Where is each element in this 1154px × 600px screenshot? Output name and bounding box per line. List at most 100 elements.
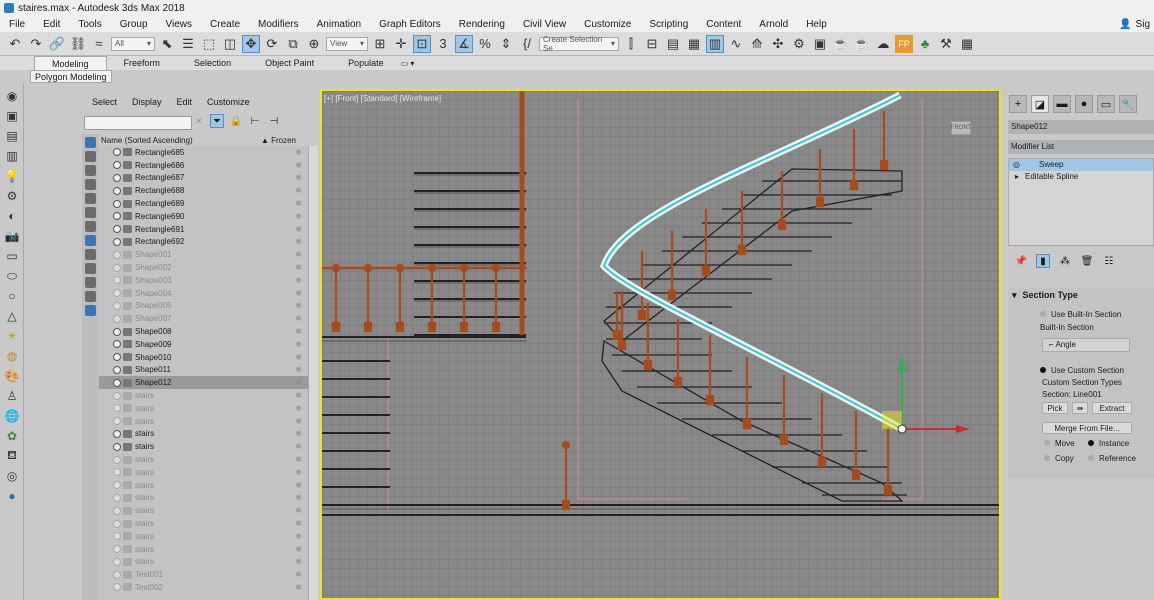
rendered-frame-icon[interactable]: ▣ [811, 35, 829, 53]
scene-row[interactable]: stairs ❄ [99, 556, 308, 569]
visibility-icon[interactable] [113, 173, 121, 182]
visibility-icon[interactable] [113, 391, 121, 400]
visibility-icon[interactable] [113, 481, 121, 490]
freeze-icon[interactable]: ❄ [295, 250, 302, 259]
configure-sets-icon[interactable]: ☷ [1102, 254, 1116, 268]
place-icon[interactable]: ⊕ [305, 35, 323, 53]
freeze-icon[interactable]: ❄ [295, 301, 302, 310]
named-selection-dropdown[interactable]: Create Selection Se ▾ [539, 35, 619, 53]
hierarchy-expand-icon[interactable]: ⊣ [267, 114, 281, 128]
visibility-icon[interactable] [113, 353, 121, 362]
visibility-icon[interactable] [113, 276, 121, 285]
freeze-icon[interactable]: ❄ [295, 455, 302, 464]
menu-civil-view[interactable]: Civil View [514, 19, 575, 30]
paint-icon[interactable]: 🎨 [3, 368, 21, 384]
stack-item-editable-spline[interactable]: ▸ Editable Spline [1009, 171, 1153, 183]
shell-icon[interactable]: ◎ [3, 468, 21, 484]
undo-icon[interactable]: ↶ [6, 35, 24, 53]
plant-icon[interactable]: ✿ [3, 428, 21, 444]
sun-icon[interactable]: ☀ [3, 328, 21, 344]
layer-explorer-icon[interactable]: ▤ [3, 128, 21, 144]
make-unique-icon[interactable]: ⁂ [1058, 254, 1072, 268]
visibility-icon[interactable] [113, 532, 121, 541]
freeze-icon[interactable]: ❄ [295, 545, 302, 554]
render-cloud-icon[interactable]: ☁ [874, 35, 892, 53]
scene-row[interactable]: Rectangle688 ❄ [99, 184, 308, 197]
select-manipulate-icon[interactable]: ✛ [392, 35, 410, 53]
scene-menu-display[interactable]: Display [132, 97, 162, 107]
gear-icon[interactable]: ⚙ [3, 188, 21, 204]
link-icon[interactable]: 🔗 [48, 35, 66, 53]
scene-row[interactable]: Rectangle686 ❄ [99, 159, 308, 172]
menu-scripting[interactable]: Scripting [640, 19, 697, 30]
sign-in[interactable]: 👤 Sig [1119, 19, 1154, 30]
select-by-name-icon[interactable]: ☰ [179, 35, 197, 53]
scene-row[interactable]: stairs ❄ [99, 479, 308, 492]
scene-row[interactable]: stairs ❄ [99, 402, 308, 415]
scene-row[interactable]: Rectangle692 ❄ [99, 236, 308, 249]
create-tab-icon[interactable]: + [1009, 95, 1027, 113]
menu-content[interactable]: Content [697, 19, 750, 30]
visibility-icon[interactable] [113, 186, 121, 195]
scene-row[interactable]: Shape009 ❄ [99, 338, 308, 351]
globe-icon[interactable]: 🌐 [3, 408, 21, 424]
menu-arnold[interactable]: Arnold [750, 19, 797, 30]
scene-row[interactable]: stairs ❄ [99, 504, 308, 517]
menu-modifiers[interactable]: Modifiers [249, 19, 308, 30]
move-radio[interactable]: Move [1044, 439, 1075, 448]
freeze-icon[interactable]: ❄ [295, 314, 302, 323]
viewport-layout-icon[interactable]: ◉ [3, 88, 21, 104]
scene-menu-select[interactable]: Select [92, 97, 117, 107]
freeze-icon[interactable]: ❄ [295, 570, 302, 579]
menu-views[interactable]: Views [157, 19, 202, 30]
filter-icon[interactable]: ⏷ [210, 114, 224, 128]
scene-row[interactable]: Rectangle691 ❄ [99, 223, 308, 236]
freeze-icon[interactable]: ❄ [295, 442, 302, 451]
menu-edit[interactable]: Edit [34, 19, 69, 30]
scene-row[interactable]: stairs ❄ [99, 389, 308, 402]
visibility-icon[interactable] [113, 327, 121, 336]
freeze-icon[interactable]: ❄ [295, 493, 302, 502]
menu-create[interactable]: Create [201, 19, 249, 30]
visibility-icon[interactable] [113, 583, 121, 592]
group-filter-icon[interactable] [85, 221, 96, 232]
freeze-icon[interactable]: ❄ [295, 468, 302, 477]
viewport-front[interactable]: [+] [Front] [Standard] [Wireframe] FRONT [320, 89, 1001, 600]
render-iterative-icon[interactable]: ☕ [853, 35, 871, 53]
visibility-icon[interactable] [113, 148, 121, 157]
visibility-icon[interactable] [113, 557, 121, 566]
scene-row[interactable]: Rectangle690 ❄ [99, 210, 308, 223]
freeze-icon[interactable]: ❄ [295, 199, 302, 208]
angle-snap-icon[interactable]: ∡ [455, 34, 473, 53]
visibility-icon[interactable] [113, 506, 121, 515]
visibility-icon[interactable] [113, 455, 121, 464]
motion-tab-icon[interactable]: ● [1075, 95, 1093, 113]
freeze-icon[interactable]: ❄ [295, 481, 302, 490]
helper-filter-icon[interactable] [85, 193, 96, 204]
camera-icon[interactable]: 📷 [3, 228, 21, 244]
scene-row[interactable]: stairs ❄ [99, 530, 308, 543]
scene-row[interactable]: Shape004 ❄ [99, 287, 308, 300]
freeze-icon[interactable]: ❄ [295, 148, 302, 157]
freeze-icon[interactable]: ❄ [295, 289, 302, 298]
freeze-icon[interactable]: ❄ [295, 186, 302, 195]
reference-radio[interactable]: Reference [1088, 454, 1136, 463]
rollout-header[interactable]: ▾ Section Type [1008, 288, 1154, 302]
figure-icon[interactable]: ♙ [3, 388, 21, 404]
container-filter-icon[interactable] [85, 263, 96, 274]
scene-menu-edit[interactable]: Edit [177, 97, 193, 107]
hierarchy-icon[interactable]: ⊢ [248, 114, 262, 128]
percent-snap-icon[interactable]: % [476, 35, 494, 53]
visibility-icon[interactable] [113, 545, 121, 554]
light-icon[interactable]: 💡 [3, 168, 21, 184]
freeze-icon[interactable]: ❄ [295, 237, 302, 246]
scene-row[interactable]: Shape012 ❄ [99, 376, 308, 390]
utilities-tab-icon[interactable]: 🔧 [1119, 95, 1137, 113]
menu-rendering[interactable]: Rendering [450, 19, 514, 30]
scene-row[interactable]: Shape003 ❄ [99, 274, 308, 287]
visibility-icon[interactable] [113, 417, 121, 426]
object-name-field[interactable]: Shape012 [1008, 120, 1154, 134]
select-object-icon[interactable]: ⬉ [158, 35, 176, 53]
scene-row[interactable]: stairs ❄ [99, 492, 308, 505]
tab-selection[interactable]: Selection [177, 56, 248, 70]
